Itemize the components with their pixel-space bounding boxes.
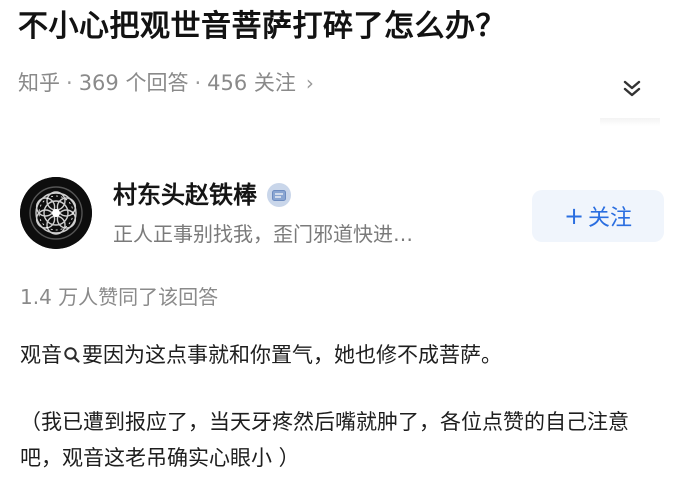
answer-note: （我已遭到报应了，当天牙疼然后嘴就肿了，各位点赞的自己注意吧，观音这老吊确实心眼…	[20, 410, 629, 470]
badge-icon[interactable]	[267, 183, 291, 207]
search-icon[interactable]	[63, 346, 81, 364]
chevron-right-icon[interactable]: ›	[306, 66, 314, 100]
meta-separator: ·	[194, 71, 202, 95]
source-label[interactable]: 知乎	[18, 66, 60, 100]
followers-count[interactable]: 456 关注	[207, 66, 296, 100]
question-meta: 知乎 · 369 个回答 · 456 关注 ›	[18, 66, 314, 100]
author-name[interactable]: 村东头赵铁棒	[113, 177, 257, 213]
answers-count[interactable]: 369 个回答	[79, 66, 189, 100]
chevron-double-down-icon[interactable]	[614, 70, 650, 106]
author-bio: 正人正事别找我，歪门邪道快进…	[113, 222, 413, 246]
answer-text-link[interactable]: 观音	[20, 338, 62, 372]
answer-line-1: 观音 要因为这点事就和你置气，她也修不成菩萨。	[20, 338, 502, 372]
question-title[interactable]: 不小心把观世音菩萨打碎了怎么办？	[18, 4, 658, 50]
header-shadow	[600, 118, 660, 126]
follow-button[interactable]: + 关注	[532, 190, 664, 242]
author-header: 村东头赵铁棒	[113, 177, 291, 213]
answer-text: 要因为这点事就和你置气，她也修不成菩萨。	[82, 343, 502, 367]
likes-count: 1.4 万人赞同了该回答	[20, 285, 219, 309]
meta-separator: ·	[66, 71, 73, 95]
avatar[interactable]	[20, 177, 92, 249]
follow-label: 关注	[588, 206, 633, 231]
plus-icon: +	[563, 202, 585, 230]
